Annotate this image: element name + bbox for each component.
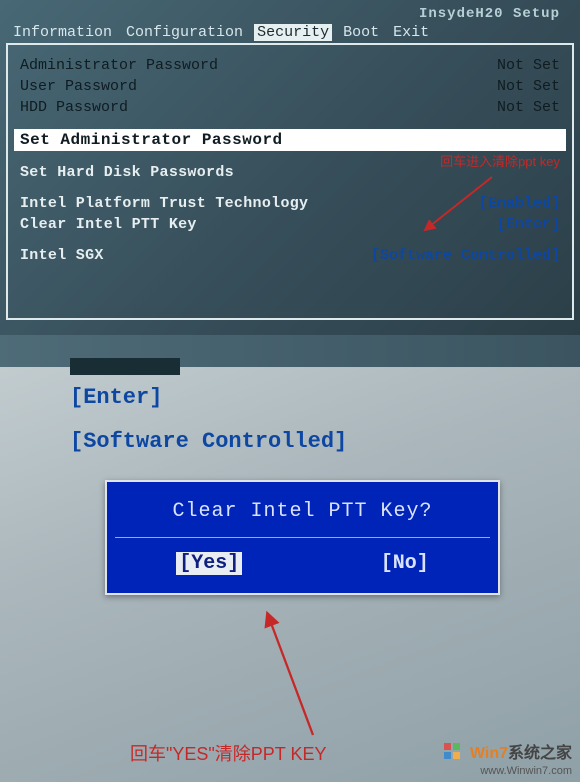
bottom-software-text: [Software Controlled] [70, 429, 347, 454]
windows-flag-icon [443, 742, 461, 765]
intel-ptt-label: Intel Platform Trust Technology [20, 195, 308, 212]
dialog-title: Clear Intel PTT Key? [107, 482, 498, 537]
security-content-box: Administrator Password Not Set User Pass… [6, 43, 574, 320]
watermark-url: www.Winwin7.com [443, 765, 572, 777]
row-user-password: User Password Not Set [20, 76, 560, 97]
arrow-bottom-icon [258, 610, 328, 740]
admin-password-value: Not Set [497, 57, 560, 74]
dialog-yes-button[interactable]: [Yes] [176, 552, 242, 575]
hdd-password-label: HDD Password [20, 99, 128, 116]
annotation-top: 回车进入清除ppt key [440, 151, 560, 170]
clear-ptt-dialog: Clear Intel PTT Key? [Yes] [No] [105, 480, 500, 595]
menu-security[interactable]: Security [254, 24, 332, 41]
annotation-bottom: 回车"YES"清除PPT KEY [130, 740, 327, 766]
row-intel-sgx[interactable]: Intel SGX [Software Controlled] [20, 245, 560, 266]
set-admin-password[interactable]: Set Administrator Password [14, 129, 566, 151]
hdd-password-value: Not Set [497, 99, 560, 116]
watermark-brand-suffix: 系统之家 [508, 745, 572, 762]
menu-boot[interactable]: Boot [340, 24, 382, 41]
menu-configuration[interactable]: Configuration [123, 24, 246, 41]
admin-password-label: Administrator Password [20, 57, 218, 74]
clear-intel-ptt-label: Clear Intel PTT Key [20, 216, 197, 233]
arrow-top-icon [417, 175, 497, 235]
row-admin-password: Administrator Password Not Set [20, 55, 560, 76]
bios-setup-title: InsydeH20 Setup [419, 6, 560, 22]
user-password-label: User Password [20, 78, 137, 95]
menu-exit[interactable]: Exit [390, 24, 432, 41]
clear-intel-ptt-value: [Enter] [497, 216, 560, 233]
mini-box-dark [70, 358, 180, 375]
row-hdd-password: HDD Password Not Set [20, 97, 560, 118]
watermark-brand-prefix: Win7 [470, 745, 508, 762]
set-hdd-passwords-label: Set Hard Disk Passwords [20, 164, 234, 181]
intel-sgx-label: Intel SGX [20, 247, 104, 264]
watermark: Win7系统之家 www.Winwin7.com [443, 739, 572, 777]
watermark-title: Win7系统之家 [443, 739, 572, 765]
dialog-buttons: [Yes] [No] [107, 538, 498, 593]
intel-sgx-value: [Software Controlled] [371, 247, 560, 264]
bottom-enter-text: [Enter] [70, 385, 162, 410]
dialog-no-button[interactable]: [No] [381, 552, 429, 575]
bios-bottom-panel: [Enter] [Software Controlled] Clear Inte… [0, 335, 580, 782]
menu-information[interactable]: Information [10, 24, 115, 41]
bios-top-panel: InsydeH20 Setup Information Configuratio… [0, 0, 580, 335]
user-password-value: Not Set [497, 78, 560, 95]
